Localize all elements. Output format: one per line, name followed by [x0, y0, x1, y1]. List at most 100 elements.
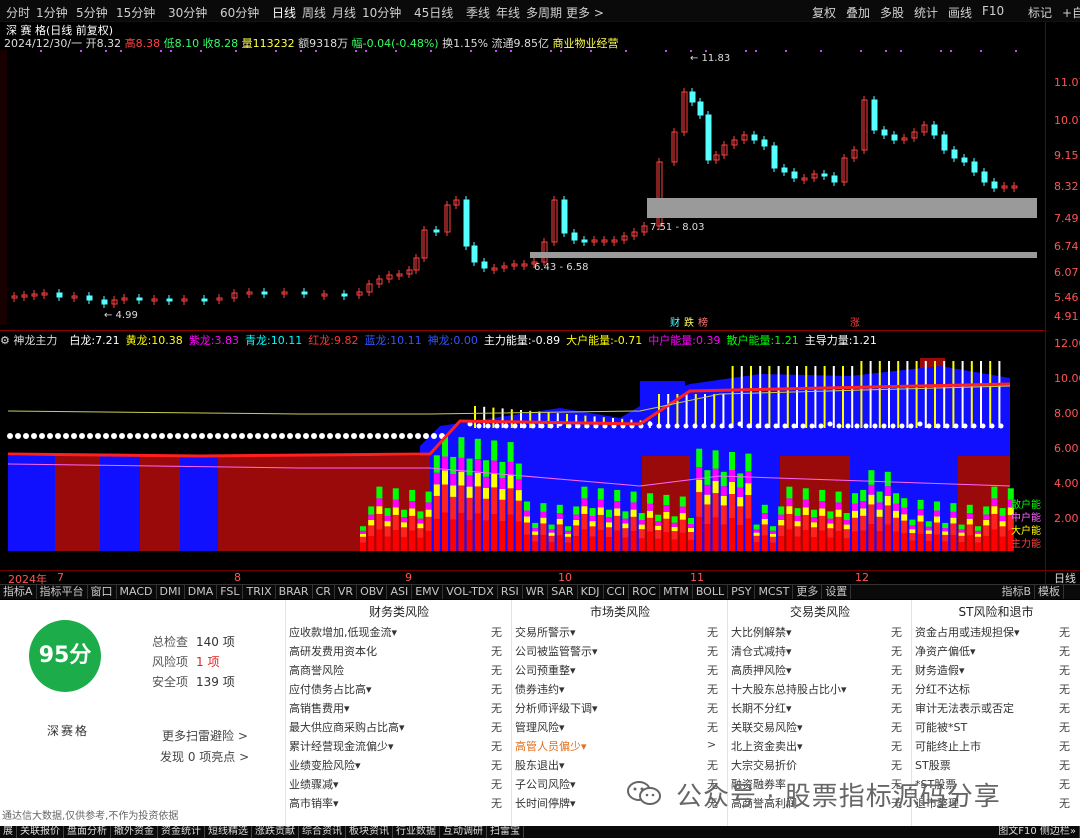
bottom-tab[interactable]: 撤外资金 [111, 826, 158, 838]
indicator-tab[interactable]: DMA [185, 585, 218, 599]
template-tab[interactable]: 模板 [1035, 585, 1064, 599]
right-btn-3[interactable]: 统计 [914, 4, 938, 21]
indicator-tab[interactable]: SAR [548, 585, 578, 599]
risk-item[interactable]: 业绩变脸风险▾ 无 [289, 757, 505, 773]
indicator-tab[interactable]: MTM [660, 585, 693, 599]
bottom-tab[interactable]: 关联报价 [17, 826, 64, 838]
risk-item[interactable]: 高市销率▾ 无 [289, 795, 505, 811]
indicator-tab[interactable]: OBV [357, 585, 388, 599]
risk-item[interactable]: 交易所警示▾ 无 [515, 624, 721, 640]
indicator-tab[interactable]: CCI [604, 585, 630, 599]
risk-item[interactable]: 大宗交易折价 无 [731, 757, 905, 773]
right-btn-1[interactable]: 叠加 [846, 4, 870, 21]
period-1[interactable]: 1分钟 [36, 4, 68, 21]
period-12[interactable]: 年线 [496, 4, 520, 21]
risk-item[interactable]: 关联交易风险▾ 无 [731, 719, 905, 735]
template-tab[interactable]: 指标B [998, 585, 1035, 599]
indicator-chart[interactable]: 散户能中户能大户能主力能 [0, 346, 1045, 570]
right-btn-7[interactable]: +自选 [1062, 4, 1080, 21]
indicator-tab[interactable]: TRIX [243, 585, 276, 599]
indicator-tab[interactable]: WR [523, 585, 549, 599]
risk-item[interactable]: 股东退出▾ 无 [515, 757, 721, 773]
risk-item[interactable]: 北上资金卖出▾ 无 [731, 738, 905, 754]
period-4[interactable]: 30分钟 [168, 4, 207, 21]
risk-item[interactable]: 公司被监管警示▾ 无 [515, 643, 721, 659]
right-btn-6[interactable]: 标记 [1028, 4, 1052, 21]
bottom-tab[interactable]: 互动调研 [440, 826, 487, 838]
period-9[interactable]: 10分钟 [362, 4, 401, 21]
bottom-tab[interactable]: 展 [0, 826, 17, 838]
risk-item[interactable]: 长期不分红▾ 无 [731, 700, 905, 716]
indicator-tab[interactable]: MACD [117, 585, 157, 599]
risk-item[interactable]: 审计无法表示或否定 无 [915, 700, 1073, 716]
period-13[interactable]: 多周期 [526, 4, 562, 21]
bottom-right[interactable]: 图文F10 侧边栏» [995, 826, 1080, 838]
risk-item[interactable]: 管理风险▾ 无 [515, 719, 721, 735]
indicator-tab[interactable]: ASI [387, 585, 413, 599]
more-scan-link[interactable]: 更多扫雷避险 > [162, 727, 248, 744]
risk-item[interactable]: ST股票 无 [915, 757, 1073, 773]
risk-item[interactable]: 清仓式减持▾ 无 [731, 643, 905, 659]
risk-item[interactable]: 净资产偏低▾ 无 [915, 643, 1073, 659]
risk-item[interactable]: 高质押风险▾ 无 [731, 662, 905, 678]
right-btn-0[interactable]: 复权 [812, 4, 836, 21]
indicator-tab[interactable]: BRAR [276, 585, 313, 599]
bottom-tab[interactable]: 短线精选 [205, 826, 252, 838]
risk-item[interactable]: 大比例解禁▾ 无 [731, 624, 905, 640]
period-8[interactable]: 月线 [332, 4, 356, 21]
risk-item[interactable]: 分红不达标 无 [915, 681, 1073, 697]
period-2[interactable]: 5分钟 [76, 4, 108, 21]
risk-item[interactable]: 财务造假▾ 无 [915, 662, 1073, 678]
right-btn-5[interactable]: F10 [982, 4, 1004, 18]
kline-chart[interactable]: 7.51 - 8.03 6.43 - 6.58 ← 11.83 ← 4.99 财跌榜 涨 [0, 48, 1045, 332]
indicator-tab[interactable]: BOLL [693, 585, 729, 599]
bottom-tab[interactable]: 盘面分析 [64, 826, 111, 838]
bottom-tab[interactable]: 行业数据 [393, 826, 440, 838]
indicator-tab[interactable]: KDJ [578, 585, 604, 599]
indicator-tab[interactable]: VR [335, 585, 358, 599]
period-3[interactable]: 15分钟 [116, 4, 155, 21]
indicator-tab[interactable]: VOL-TDX [443, 585, 498, 599]
risk-item[interactable]: 高销售费用▾ 无 [289, 700, 505, 716]
right-btn-4[interactable]: 画线 [948, 4, 972, 21]
risk-item[interactable]: 债券违约▾ 无 [515, 681, 721, 697]
indicator-tab[interactable]: 指标平台 [37, 585, 88, 599]
bottom-tab[interactable]: 资金统计 [158, 826, 205, 838]
period-10[interactable]: 45日线 [414, 4, 453, 21]
risk-item[interactable]: 累计经营现金流偏少▾ 无 [289, 738, 505, 754]
period-7[interactable]: 周线 [302, 4, 326, 21]
indicator-tab[interactable]: ROC [629, 585, 661, 599]
highlights-link[interactable]: 发现 0 项亮点 > [160, 748, 249, 765]
risk-item[interactable]: 业绩骤减▾ 无 [289, 776, 505, 792]
indicator-tab[interactable]: FSL [217, 585, 244, 599]
indicator-tab[interactable]: MCST [755, 585, 794, 599]
period-0[interactable]: 分时 [6, 4, 30, 21]
risk-item[interactable]: 可能终止上市 无 [915, 738, 1073, 754]
bottom-tab[interactable]: 涨跌贡献 [252, 826, 299, 838]
indicator-tab[interactable]: RSI [498, 585, 523, 599]
indicator-tab[interactable]: 更多 [793, 585, 823, 599]
period-6[interactable]: 日线 [272, 4, 296, 21]
bottom-tab[interactable]: 综合资讯 [299, 826, 346, 838]
risk-item[interactable]: 公司预重整▾ 无 [515, 662, 721, 678]
risk-item[interactable]: 分析师评级下调▾ 无 [515, 700, 721, 716]
risk-item[interactable]: 资金占用或违规担保▾ 无 [915, 624, 1073, 640]
right-btn-2[interactable]: 多股 [880, 4, 904, 21]
risk-item[interactable]: 应收款增加,低现金流▾ 无 [289, 624, 505, 640]
indicator-tab[interactable]: 窗口 [88, 585, 117, 599]
indicator-tab[interactable]: 指标A [0, 585, 37, 599]
risk-item[interactable]: 可能被*ST 无 [915, 719, 1073, 735]
risk-item[interactable]: 十大股东总持股占比小▾ 无 [731, 681, 905, 697]
indicator-tab[interactable]: 设置 [822, 585, 852, 599]
period-14[interactable]: 更多 > [566, 4, 604, 21]
bottom-tab[interactable]: 板块资讯 [346, 826, 393, 838]
risk-item[interactable]: 高商誉风险 无 [289, 662, 505, 678]
risk-item[interactable]: 高研发费用资本化 无 [289, 643, 505, 659]
bottom-tab[interactable]: 扫雷宝 [487, 826, 524, 838]
indicator-tab[interactable]: PSY [728, 585, 756, 599]
period-5[interactable]: 60分钟 [220, 4, 259, 21]
risk-item[interactable]: 最大供应商采购占比高▾ 无 [289, 719, 505, 735]
risk-item[interactable]: 高管人员偏少▾ > [515, 738, 721, 754]
period-11[interactable]: 季线 [466, 4, 490, 21]
indicator-tab[interactable]: EMV [412, 585, 444, 599]
